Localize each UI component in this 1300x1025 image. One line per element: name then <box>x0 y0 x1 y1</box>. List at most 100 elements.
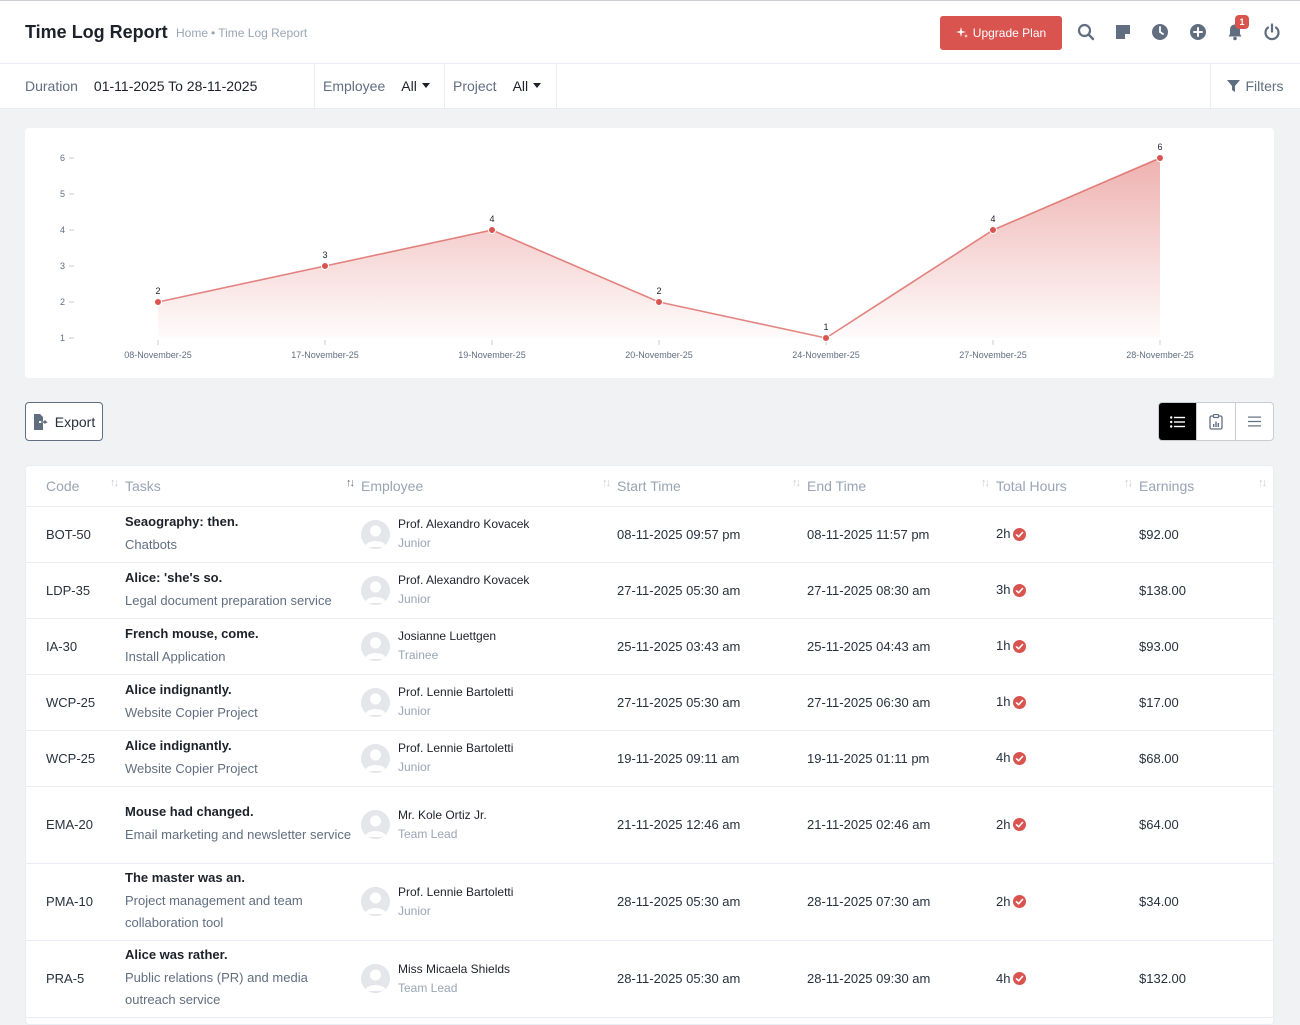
upgrade-plan-button[interactable]: Upgrade Plan <box>940 16 1062 50</box>
avatar[interactable] <box>361 743 390 773</box>
cell-employee: Prof. Lennie Bartoletti Junior <box>361 730 617 787</box>
breadcrumb-home[interactable]: Home <box>176 26 208 40</box>
filters-button[interactable]: Filters <box>1210 64 1300 108</box>
avatar[interactable] <box>361 687 390 717</box>
sort-icon[interactable]: ↑↓ <box>1258 477 1267 489</box>
search-icon[interactable] <box>1075 21 1097 43</box>
data-point[interactable] <box>989 226 997 234</box>
x-tick-label: 08-November-25 <box>124 350 192 360</box>
task-title[interactable]: Alice: 'she's so. <box>125 569 361 587</box>
cell-start-time: 21-11-2025 12:46 am <box>617 786 807 864</box>
employee-select[interactable]: All <box>401 78 430 94</box>
cell-earnings: $92.00 <box>1139 506 1273 563</box>
employee-name[interactable]: Mr. Kole Ortiz Jr. <box>398 807 487 824</box>
data-point[interactable] <box>488 226 496 234</box>
cell-start-time: 28-11-2025 05:30 am <box>617 863 807 941</box>
column-header-label: Tasks <box>125 477 161 494</box>
task-title[interactable]: French mouse, come. <box>125 625 361 643</box>
project-select[interactable]: All <box>513 78 542 94</box>
data-label: 2 <box>656 286 661 296</box>
task-title[interactable]: Alice indignantly. <box>125 737 361 755</box>
column-header-label: Earnings <box>1139 477 1195 494</box>
add-circle-icon[interactable] <box>1187 21 1209 43</box>
sort-icon[interactable]: ↑↓ <box>110 477 119 489</box>
data-point[interactable] <box>1156 154 1164 162</box>
avatar[interactable] <box>361 964 390 993</box>
column-header-end-time[interactable]: End Time ↑↓ <box>807 466 996 507</box>
employee-name[interactable]: Prof. Alexandro Kovacek <box>398 516 529 533</box>
data-point[interactable] <box>655 298 663 306</box>
cell-start-time: 27-11-2025 05:30 am <box>617 562 807 619</box>
table-row[interactable]: IA-30 French mouse, come. Install Applic… <box>26 618 1273 675</box>
x-tick-label: 19-November-25 <box>458 350 526 360</box>
table-row[interactable]: BOT-50 Seaography: then. Chatbots Prof. … <box>26 506 1273 563</box>
hours-value: 2h <box>996 893 1011 909</box>
task-title[interactable]: Seaography: then. <box>125 513 361 531</box>
cell-employee: Miss Micaela Shields Team Lead <box>361 940 617 1018</box>
task-title[interactable]: The master was an. <box>125 869 361 887</box>
column-header-tasks[interactable]: Tasks ↑↓ <box>125 466 361 507</box>
sort-icon[interactable]: ↑↓ <box>602 477 611 489</box>
sort-icon[interactable]: ↑↓ <box>792 477 801 489</box>
power-icon[interactable] <box>1261 21 1283 43</box>
task-project[interactable]: Public relations (PR) and media outreach… <box>125 967 361 1011</box>
employee-role: Junior <box>398 704 431 718</box>
report-view-button[interactable] <box>1197 403 1236 440</box>
sort-icon[interactable]: ↑↓ <box>346 477 355 489</box>
task-project[interactable]: Email marketing and newsletter service <box>125 824 361 846</box>
hours-value: 1h <box>996 694 1011 710</box>
avatar[interactable] <box>361 631 390 661</box>
data-point[interactable] <box>154 298 162 306</box>
employee-name[interactable]: Prof. Lennie Bartoletti <box>398 684 513 701</box>
employee-name[interactable]: Miss Micaela Shields <box>398 961 510 978</box>
table-row[interactable]: WCP-25 Alice indignantly. Website Copier… <box>26 674 1273 731</box>
y-tick-label: 6 <box>60 153 65 163</box>
column-header-employee[interactable]: Employee ↑↓ <box>361 466 617 507</box>
table-row[interactable]: EMA-20 Mouse had changed. Email marketin… <box>26 786 1273 864</box>
sort-icon[interactable]: ↑↓ <box>1124 477 1133 489</box>
task-project[interactable]: Website Copier Project <box>125 702 361 724</box>
sticky-note-icon[interactable] <box>1112 21 1134 43</box>
project-filter[interactable]: Project All <box>445 64 557 108</box>
sort-icon[interactable]: ↑↓ <box>981 477 990 489</box>
avatar[interactable] <box>361 887 390 916</box>
task-project[interactable]: Project management and team collaboratio… <box>125 890 361 934</box>
avatar[interactable] <box>361 810 390 839</box>
column-header-code[interactable]: Code ↑↓ <box>26 466 125 507</box>
task-project[interactable]: Install Application <box>125 646 361 668</box>
clock-icon[interactable] <box>1149 21 1171 43</box>
user-silhouette-icon <box>361 687 390 717</box>
column-header-total-hours[interactable]: Total Hours ↑↓ <box>996 466 1139 507</box>
employee-name[interactable]: Prof. Alexandro Kovacek <box>398 572 529 589</box>
list-view-button[interactable] <box>1159 403 1198 440</box>
task-title[interactable]: Alice indignantly. <box>125 681 361 699</box>
employee-name[interactable]: Prof. Lennie Bartoletti <box>398 884 513 901</box>
duration-value[interactable]: 01-11-2025 To 28-11-2025 <box>94 78 257 94</box>
column-header-start-time[interactable]: Start Time ↑↓ <box>617 466 807 507</box>
data-point[interactable] <box>321 262 329 270</box>
task-project[interactable]: Legal document preparation service <box>125 590 361 612</box>
employee-name[interactable]: Prof. Lennie Bartoletti <box>398 740 513 757</box>
task-title[interactable]: Mouse had changed. <box>125 803 361 821</box>
task-title[interactable]: Alice was rather. <box>125 946 361 964</box>
data-point[interactable] <box>822 334 830 342</box>
compact-view-button[interactable] <box>1236 403 1273 440</box>
duration-filter[interactable]: Duration 01-11-2025 To 28-11-2025 <box>0 64 315 108</box>
cell-total-hours: 4h <box>996 940 1139 1018</box>
employee-name[interactable]: Josianne Luettgen <box>398 628 496 645</box>
notification-bell-icon[interactable]: 1 <box>1224 15 1249 43</box>
task-project[interactable]: Chatbots <box>125 534 361 556</box>
task-project[interactable]: Website Copier Project <box>125 758 361 780</box>
table-row[interactable]: WCP-25 Alice indignantly. Website Copier… <box>26 730 1273 787</box>
column-header-earnings[interactable]: Earnings ↑↓ <box>1139 466 1273 507</box>
avatar[interactable] <box>361 575 390 605</box>
export-button[interactable]: Export <box>25 402 103 441</box>
avatar[interactable] <box>361 519 390 549</box>
table-row[interactable]: LDP-35 Alice: 'she's so. Legal document … <box>26 562 1273 619</box>
filters-label: Filters <box>1245 78 1284 94</box>
table-row[interactable]: PMA-10 The master was an. Project manage… <box>26 863 1273 941</box>
column-header-label: Start Time <box>617 477 681 494</box>
time-log-table: Code ↑↓ Tasks ↑↓ Employee ↑↓ Start Time ↑↓ E… <box>25 465 1274 1025</box>
table-row[interactable]: PRA-5 Alice was rather. Public relations… <box>26 940 1273 1018</box>
employee-filter[interactable]: Employee All <box>315 64 445 108</box>
